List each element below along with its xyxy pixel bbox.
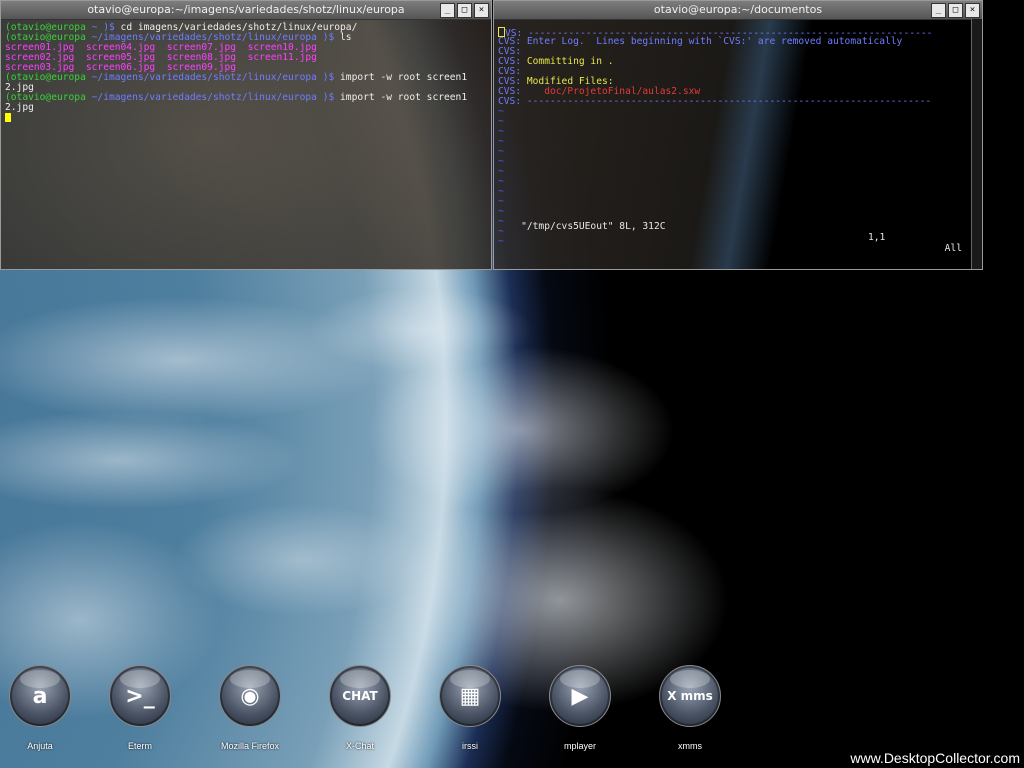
dock-glyph: ◉ <box>240 683 260 709</box>
vim-line: CVS: Committing in . <box>498 57 978 67</box>
watermark: www.DesktopCollector.com <box>850 750 1020 766</box>
minimize-button[interactable]: _ <box>931 3 946 18</box>
vim-empty-line: ~ <box>498 167 978 177</box>
text-cursor <box>5 113 11 122</box>
vim-empty-line: ~ <box>498 157 978 167</box>
dock-glyph: ▦ <box>459 683 481 709</box>
terminal-line: (otavio@europa ~/imagens/variedades/shot… <box>5 73 487 83</box>
terminal-window-right[interactable]: otavio@europa:~/documentos _ □ × VS: ---… <box>493 0 983 270</box>
dock-item-mplayer[interactable]: ▶ mplayer <box>530 665 630 751</box>
maximize-button[interactable]: □ <box>948 3 963 18</box>
cvs-text: ----------------------------------------… <box>521 96 932 107</box>
scrollbar[interactable] <box>971 19 982 269</box>
terminal-line: 2.jpg <box>5 103 487 113</box>
terminal-line <box>5 113 487 124</box>
cvs-text: Committing in . <box>521 56 614 67</box>
window-titlebar[interactable]: otavio@europa:~/imagens/variedades/shotz… <box>1 1 491 20</box>
dock-label: mplayer <box>563 741 596 751</box>
cvs-text: Enter Log. Lines beginning with `CVS:' a… <box>521 36 903 47</box>
anjuta-icon[interactable]: a <box>9 665 71 727</box>
dock-item-xmms[interactable]: X mms xmms <box>640 665 740 751</box>
window-title: otavio@europa:~/documentos <box>653 3 823 16</box>
terminal-output[interactable]: (otavio@europa ~ )$ cd imagens/variedade… <box>1 20 491 124</box>
mozilla-firefox-icon[interactable]: ◉ <box>219 665 281 727</box>
mplayer-icon[interactable]: ▶ <box>549 665 611 727</box>
minimize-button[interactable]: _ <box>440 3 455 18</box>
file-name: screen11.jpg <box>247 52 317 63</box>
dock-label: Anjuta <box>27 741 53 751</box>
vim-status-file: "/tmp/cvs5UEout" 8L, 312C <box>521 221 666 232</box>
vim-status-all: All <box>944 243 962 254</box>
dock-label: Mozilla Firefox <box>220 741 279 751</box>
vim-empty-line: ~ <box>498 197 978 207</box>
vim-empty-line: ~ <box>498 127 978 137</box>
command-text: import -w root screen1 <box>334 72 468 83</box>
dock-glyph: a <box>32 683 48 709</box>
dock-label: xmms <box>678 741 702 751</box>
dock-item-irssi[interactable]: ▦ irssi <box>420 665 520 751</box>
x-chat-icon[interactable]: CHAT <box>329 665 391 727</box>
vim-empty-line: ~ <box>498 177 978 187</box>
vim-line: CVS: -----------------------------------… <box>498 97 978 107</box>
window-title: otavio@europa:~/imagens/variedades/shotz… <box>87 3 405 16</box>
dock-item-anjuta[interactable]: a Anjuta <box>0 665 90 751</box>
terminal-window-left[interactable]: otavio@europa:~/imagens/variedades/shotz… <box>0 0 492 270</box>
vim-empty-line: ~ <box>498 137 978 147</box>
command-text: import -w root screen1 <box>334 92 468 103</box>
prompt-path: ~/imagens/variedades/shotz/linux/europa … <box>85 92 335 103</box>
output-text: 2.jpg <box>5 102 34 113</box>
close-button[interactable]: × <box>474 3 489 18</box>
dock-item-eterm[interactable]: >_ Eterm <box>90 665 190 751</box>
dock-glyph: CHAT <box>342 689 378 703</box>
prompt-path: ~/imagens/variedades/shotz/linux/europa … <box>85 72 335 83</box>
xmms-icon[interactable]: X mms <box>659 665 721 727</box>
dock-item-mozilla-firefox[interactable]: ◉ Mozilla Firefox <box>200 665 300 751</box>
vim-status-position: 1,1 <box>868 232 886 243</box>
dock-item-x-chat[interactable]: CHAT X-Chat <box>310 665 410 751</box>
terminal-line: (otavio@europa ~/imagens/variedades/shot… <box>5 93 487 103</box>
vim-empty-line: ~ <box>498 107 978 117</box>
vim-status-line: "/tmp/cvs5UEout" 8L, 312C 1,1 All <box>498 210 978 265</box>
vim-empty-line: ~ <box>498 147 978 157</box>
dock-glyph: X mms <box>667 689 713 703</box>
vim-empty-line: ~ <box>498 187 978 197</box>
dock-glyph: ▶ <box>571 683 589 709</box>
dock-label: Eterm <box>127 741 152 751</box>
eterm-icon[interactable]: >_ <box>109 665 171 727</box>
irssi-icon[interactable]: ▦ <box>439 665 501 727</box>
maximize-button[interactable]: □ <box>457 3 472 18</box>
window-titlebar[interactable]: otavio@europa:~/documentos _ □ × <box>494 1 982 20</box>
vim-empty-line: ~ <box>498 117 978 127</box>
dock-label: irssi <box>462 741 478 751</box>
dock-label: X-Chat <box>345 741 374 751</box>
dock-glyph: >_ <box>125 683 155 709</box>
close-button[interactable]: × <box>965 3 980 18</box>
command-text: ls <box>334 32 352 43</box>
